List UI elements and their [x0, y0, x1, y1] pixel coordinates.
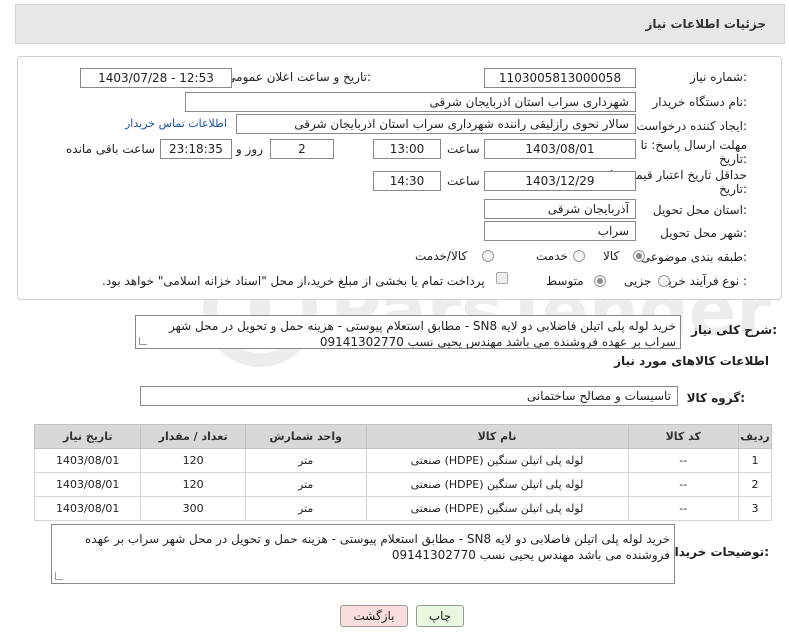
cell-qty: 120 — [140, 448, 246, 473]
buyer-notes-label: توضیحات خریدار: — [667, 545, 769, 559]
buyer-notes-textarea[interactable]: خرید لوله پلی اتیلن فاضلابی دو لایه SN8 … — [51, 524, 675, 584]
process-option-minor: جزیی — [624, 274, 652, 288]
cell-date: 1403/08/01 — [33, 448, 142, 473]
print-button[interactable]: چاپ — [416, 605, 464, 627]
page-header: جزئیات اطلاعات نیاز — [15, 4, 785, 44]
treasury-payment-checkbox[interactable] — [496, 272, 508, 284]
cell-code: -- — [627, 472, 740, 497]
goods-table-header: ردیف کد کالا نام کالا واحد شمارش تعداد /… — [33, 424, 772, 449]
buyer-org-label: نام دستگاه خریدار: — [652, 95, 748, 109]
remaining-label: ساعت باقی مانده — [66, 142, 156, 156]
col-code: کد کالا — [627, 424, 740, 449]
province-label: استان محل تحویل: — [652, 203, 747, 217]
deadline-label-date: تاریخ: — [719, 152, 747, 166]
deadline-label: مهلت ارسال پاسخ: تا — [640, 138, 747, 152]
cell-name: لوله پلی اتیلن سنگین (HDPE) صنعتی — [365, 496, 629, 521]
cell-unit: متر — [244, 472, 367, 497]
cell-unit: متر — [244, 496, 367, 521]
days-field[interactable]: 2 — [270, 139, 334, 159]
category-option-both: کالا/خدمت — [415, 249, 468, 263]
resize-handle[interactable] — [139, 337, 147, 345]
cell-code: -- — [627, 448, 740, 473]
cell-qty: 120 — [140, 472, 246, 497]
goods-group-label: گروه کالا: — [686, 391, 745, 405]
validity-time-field[interactable]: 14:30 — [373, 171, 441, 191]
category-option-goods: کالا — [603, 249, 620, 263]
requester-label: ایجاد کننده درخواست: — [636, 119, 747, 133]
col-name: نام کالا — [365, 424, 629, 449]
need-number-field[interactable]: 1103005813000058 — [484, 68, 636, 88]
announce-field[interactable]: 1403/07/28 - 12:53 — [80, 68, 232, 88]
need-number-label: شماره نیاز: — [689, 70, 747, 84]
city-field[interactable]: سراب — [484, 221, 636, 241]
page-title: جزئیات اطلاعات نیاز — [645, 17, 766, 31]
deadline-time-label: ساعت — [447, 142, 480, 156]
summary-textarea[interactable]: خرید لوله پلی اتیلن فاضلابی دو لایه SN8 … — [135, 315, 681, 349]
requester-field[interactable]: سالار نحوی رازلیقی راننده شهرداری سراب ا… — [236, 114, 636, 134]
cell-qty: 300 — [140, 496, 246, 521]
cell-row: 1 — [738, 448, 772, 473]
deadline-time-field[interactable]: 13:00 — [373, 139, 441, 159]
buyer-contact-link[interactable]: اطلاعات تماس خریدار — [125, 117, 227, 130]
cell-row: 2 — [738, 472, 772, 497]
category-label: طبقه بندی موضوعی: — [640, 250, 747, 264]
buyer-org-field[interactable]: شهرداری سراب استان اذربایجان شرقی — [185, 92, 636, 112]
days-label: روز و — [236, 142, 263, 156]
col-qty: تعداد / مقدار — [140, 424, 246, 449]
category-radio-both[interactable] — [482, 250, 494, 262]
process-label: نوع فرآیند خرید : — [662, 274, 747, 288]
announce-label: تاریخ و ساعت اعلان عمومی: — [226, 70, 371, 84]
treasury-payment-note: پرداخت تمام یا بخشی از مبلغ خرید،از محل … — [102, 274, 485, 288]
cell-name: لوله پلی اتیلن سنگین (HDPE) صنعتی — [365, 448, 629, 473]
cell-date: 1403/08/01 — [33, 496, 142, 521]
col-date: تاریخ نیاز — [33, 424, 142, 449]
back-button[interactable]: بازگشت — [340, 605, 408, 627]
validity-label-date: تاریخ: — [719, 182, 747, 196]
cell-unit: متر — [244, 448, 367, 473]
category-radio-service[interactable] — [573, 250, 585, 262]
cell-date: 1403/08/01 — [33, 472, 142, 497]
process-radio-minor[interactable] — [658, 275, 670, 287]
summary-label: شرح کلی نیاز: — [691, 323, 777, 337]
buyer-notes-text: خرید لوله پلی اتیلن فاضلابی دو لایه SN8 … — [85, 532, 670, 562]
cell-name: لوله پلی اتیلن سنگین (HDPE) صنعتی — [365, 472, 629, 497]
province-field[interactable]: آذربایجان شرقی — [484, 199, 636, 219]
table-row: 3 -- لوله پلی اتیلن سنگین (HDPE) صنعتی م… — [33, 496, 772, 521]
cell-code: -- — [627, 496, 740, 521]
validity-date-field[interactable]: 1403/12/29 — [484, 171, 636, 191]
summary-text: خرید لوله پلی اتیلن فاضلابی دو لایه SN8 … — [169, 319, 676, 349]
table-row: 1 -- لوله پلی اتیلن سنگین (HDPE) صنعتی م… — [33, 448, 772, 473]
resize-handle[interactable] — [55, 572, 63, 580]
table-row: 2 -- لوله پلی اتیلن سنگین (HDPE) صنعتی م… — [33, 472, 772, 497]
category-radio-goods[interactable] — [633, 250, 645, 262]
city-label: شهر محل تحویل: — [660, 226, 747, 240]
goods-section-title: اطلاعات کالاهای مورد نیاز — [614, 354, 769, 368]
col-row: ردیف — [738, 424, 772, 449]
col-unit: واحد شمارش — [244, 424, 367, 449]
deadline-date-field[interactable]: 1403/08/01 — [484, 139, 636, 159]
goods-group-field[interactable]: تاسیسات و مصالح ساختمانی — [140, 386, 678, 406]
goods-table: ردیف کد کالا نام کالا واحد شمارش تعداد /… — [33, 424, 772, 521]
cell-row: 3 — [738, 496, 772, 521]
process-radio-medium[interactable] — [594, 275, 606, 287]
category-option-service: خدمت — [536, 249, 568, 263]
remaining-time-field[interactable]: 23:18:35 — [160, 139, 232, 159]
validity-time-label: ساعت — [447, 174, 480, 188]
process-option-medium: متوسط — [546, 274, 584, 288]
